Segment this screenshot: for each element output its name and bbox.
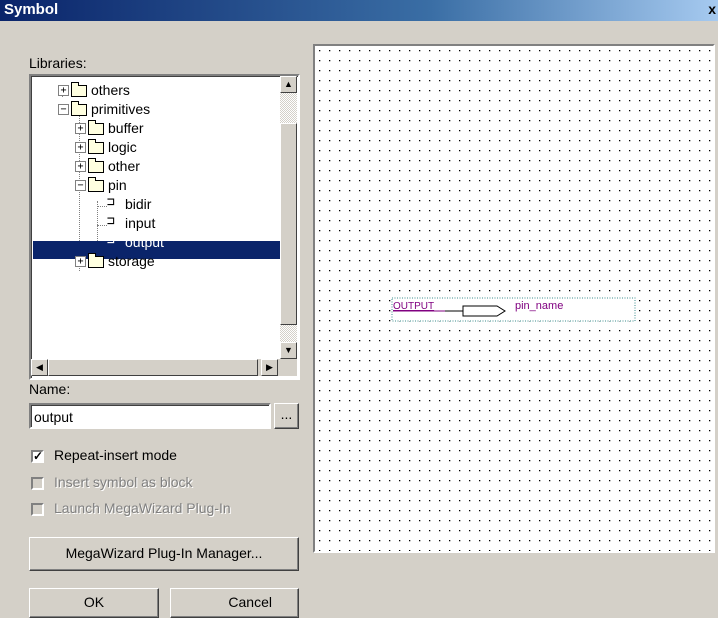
name-label: Name: xyxy=(29,381,71,397)
tree-item-label: pin xyxy=(108,177,127,193)
folder-icon xyxy=(88,139,104,154)
tree-item-bidir[interactable]: ⊐ bidir xyxy=(31,195,280,214)
browse-button[interactable]: ... xyxy=(274,403,299,429)
tree-item-other[interactable]: + other xyxy=(31,157,280,176)
symbol-preview: OUTPUT pin_name xyxy=(313,44,715,553)
tree-horizontal-scrollbar[interactable]: ◀ ▶ xyxy=(31,359,280,376)
name-input[interactable]: output xyxy=(29,403,271,429)
folder-icon xyxy=(88,158,104,173)
launch-megawizard-label: Launch MegaWizard Plug-In xyxy=(54,500,231,516)
tree-item-label: buffer xyxy=(108,120,144,136)
tree-expand-icon[interactable]: + xyxy=(58,85,69,96)
window-title: Symbol xyxy=(4,1,59,18)
tree-item-label: other xyxy=(108,158,140,174)
preview-canvas: OUTPUT pin_name xyxy=(315,46,713,551)
tree-item-label: others xyxy=(91,82,130,98)
megawizard-manager-button[interactable]: MegaWizard Plug-In Manager... xyxy=(29,537,299,571)
tree-expand-icon[interactable]: + xyxy=(75,123,86,134)
tree-item-label: storage xyxy=(108,253,155,269)
libraries-label: Libraries: xyxy=(29,55,87,71)
insert-as-block-label: Insert symbol as block xyxy=(54,474,193,490)
close-icon[interactable]: x xyxy=(708,1,716,17)
pin-icon: ⊐ xyxy=(107,214,115,229)
pin-name-label: pin_name xyxy=(515,300,563,312)
folder-open-icon xyxy=(88,177,104,192)
pin-icon: ⊐ xyxy=(107,233,115,248)
tree-item-label: output xyxy=(125,234,164,250)
tree-expand-icon[interactable]: + xyxy=(75,142,86,153)
repeat-insert-label: Repeat-insert mode xyxy=(54,447,177,463)
tree-item-label: input xyxy=(125,215,156,231)
tree-expand-icon[interactable]: + xyxy=(75,161,86,172)
cancel-button[interactable]: Cancel xyxy=(170,588,299,618)
tree-collapse-icon[interactable]: − xyxy=(75,180,86,191)
tree-expand-icon[interactable]: + xyxy=(75,256,86,267)
folder-open-icon xyxy=(71,101,87,116)
output-pin-icon xyxy=(462,305,506,317)
tree-item-input[interactable]: ⊐ input xyxy=(31,214,280,233)
tree-item-primitives[interactable]: − primitives xyxy=(31,100,280,119)
title-bar: Symbol x xyxy=(0,0,718,21)
scroll-down-icon[interactable]: ▼ xyxy=(280,342,297,359)
scroll-up-icon[interactable]: ▲ xyxy=(280,76,297,93)
horizontal-scroll-thumb[interactable] xyxy=(48,359,258,376)
launch-megawizard-checkbox xyxy=(31,503,44,516)
ok-button[interactable]: OK xyxy=(29,588,159,618)
tree-item-buffer[interactable]: + buffer xyxy=(31,119,280,138)
folder-icon xyxy=(71,82,87,97)
tree-collapse-icon[interactable]: − xyxy=(58,104,69,115)
tree-item-label: bidir xyxy=(125,196,152,212)
tree-item-logic[interactable]: + logic xyxy=(31,138,280,157)
repeat-insert-checkbox[interactable]: ✓ xyxy=(31,450,44,463)
tree-item-output[interactable]: ⊐ output xyxy=(31,233,280,252)
tree-item-label: logic xyxy=(108,139,137,155)
scroll-left-icon[interactable]: ◀ xyxy=(31,359,48,376)
insert-as-block-checkbox xyxy=(31,477,44,490)
tree-vertical-scrollbar[interactable]: ▲ ▼ xyxy=(280,76,297,359)
libraries-tree[interactable]: + others − primitives + buffer + logic +… xyxy=(29,74,300,380)
tree-item-storage[interactable]: + storage xyxy=(31,252,280,271)
output-pin-symbol: OUTPUT pin_name xyxy=(391,297,636,322)
folder-icon xyxy=(88,120,104,135)
scroll-corner xyxy=(280,359,297,376)
tree-item-others[interactable]: + others xyxy=(31,81,280,100)
vertical-scroll-thumb[interactable] xyxy=(280,123,297,325)
scroll-right-icon[interactable]: ▶ xyxy=(261,359,278,376)
tree-item-pin[interactable]: − pin xyxy=(31,176,280,195)
folder-icon xyxy=(88,253,104,268)
pin-icon: ⊐ xyxy=(107,195,115,210)
symbol-type-label: OUTPUT xyxy=(393,301,434,312)
tree-item-label: primitives xyxy=(91,101,151,117)
checkmark-icon: ✓ xyxy=(33,449,44,463)
